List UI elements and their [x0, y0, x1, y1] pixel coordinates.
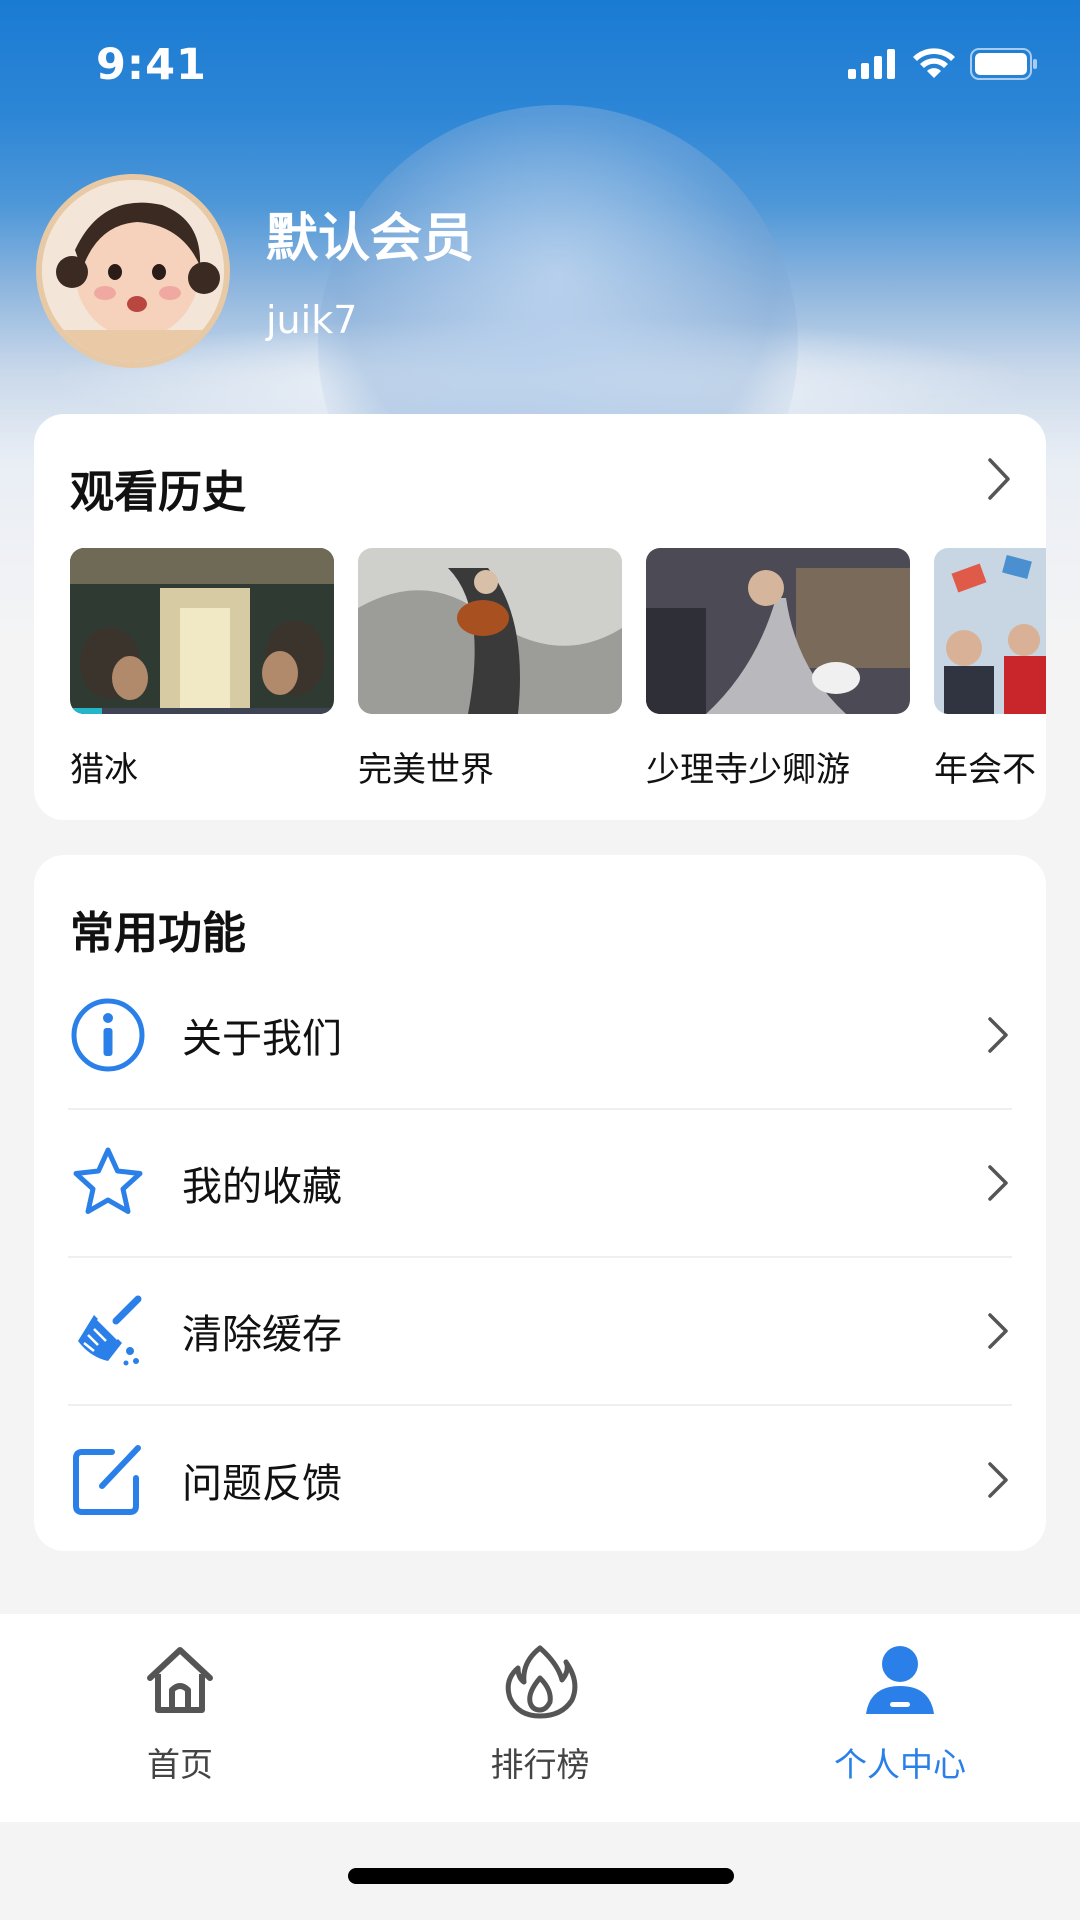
- poster-image: [70, 548, 334, 714]
- menu-item-label: 问题反馈: [182, 1461, 342, 1507]
- poster-image: [934, 548, 1046, 714]
- avatar-image: [42, 180, 224, 362]
- tab-label: 排行榜: [490, 1745, 590, 1784]
- fire-icon: [505, 1645, 578, 1719]
- user-icon: [866, 1646, 934, 1714]
- wifi-icon: [913, 48, 955, 78]
- menu-item-label: 关于我们: [182, 1016, 342, 1062]
- tab-label: 首页: [147, 1745, 213, 1784]
- menu-item-feedback[interactable]: 问题反馈: [68, 1406, 1012, 1554]
- common-functions-card: 常用功能 关于我们 我的收藏 清除缓存 问题反馈: [34, 855, 1046, 1551]
- history-title: 观看历史: [70, 467, 246, 518]
- username: 默认会员: [266, 209, 475, 269]
- menu-item-label: 我的收藏: [182, 1164, 342, 1210]
- tab-label: 个人中心: [834, 1745, 966, 1784]
- edit-icon: [73, 1445, 141, 1515]
- watch-history-card: 观看历史 猎冰 完美世界 少理寺少卿游 年会不: [34, 414, 1046, 820]
- chevron-right-icon: [988, 1017, 1008, 1053]
- broom-icon: [78, 1295, 142, 1366]
- tab-ranking[interactable]: 排行榜: [440, 1614, 640, 1822]
- user-id: juik7: [266, 298, 358, 342]
- menu-item-label: 清除缓存: [182, 1312, 342, 1358]
- star-icon: [73, 1147, 143, 1214]
- history-item-title: 少理寺少卿游: [646, 750, 850, 790]
- status-icons: [848, 48, 1038, 80]
- history-item[interactable]: 完美世界: [358, 548, 622, 791]
- history-item[interactable]: 猎冰: [70, 548, 334, 791]
- tab-bar: 首页 排行榜 个人中心: [0, 1614, 1080, 1822]
- history-progress-bar: [70, 708, 334, 714]
- signal-icon: [848, 49, 895, 79]
- history-item-title: 完美世界: [358, 750, 494, 790]
- info-icon: [71, 998, 145, 1072]
- poster-image: [646, 548, 910, 714]
- menu-item-my-favorites[interactable]: 我的收藏: [68, 1110, 1012, 1258]
- functions-title: 常用功能: [70, 908, 246, 959]
- tab-home[interactable]: 首页: [80, 1614, 280, 1822]
- menu-item-clear-cache[interactable]: 清除缓存: [68, 1258, 1012, 1406]
- status-time: 9:41: [96, 40, 207, 90]
- history-more-chevron-icon[interactable]: [978, 454, 1018, 504]
- tab-profile[interactable]: 个人中心: [800, 1614, 1000, 1822]
- status-bar: 9:41: [0, 0, 1080, 132]
- chevron-right-icon: [988, 1313, 1008, 1349]
- avatar[interactable]: [36, 174, 230, 368]
- menu-item-about-us[interactable]: 关于我们: [68, 962, 1012, 1110]
- history-item[interactable]: 少理寺少卿游: [646, 548, 910, 791]
- home-indicator: [348, 1868, 734, 1884]
- poster-image: [358, 548, 622, 714]
- history-list: 猎冰 完美世界 少理寺少卿游 年会不: [70, 548, 1046, 808]
- chevron-right-icon: [988, 1462, 1008, 1498]
- battery-icon: [970, 48, 1037, 80]
- history-item-title: 猎冰: [70, 750, 138, 790]
- history-item[interactable]: 年会不: [934, 548, 1046, 791]
- history-item-title: 年会不: [934, 750, 1036, 790]
- home-icon: [147, 1647, 213, 1713]
- chevron-right-icon: [988, 1165, 1008, 1201]
